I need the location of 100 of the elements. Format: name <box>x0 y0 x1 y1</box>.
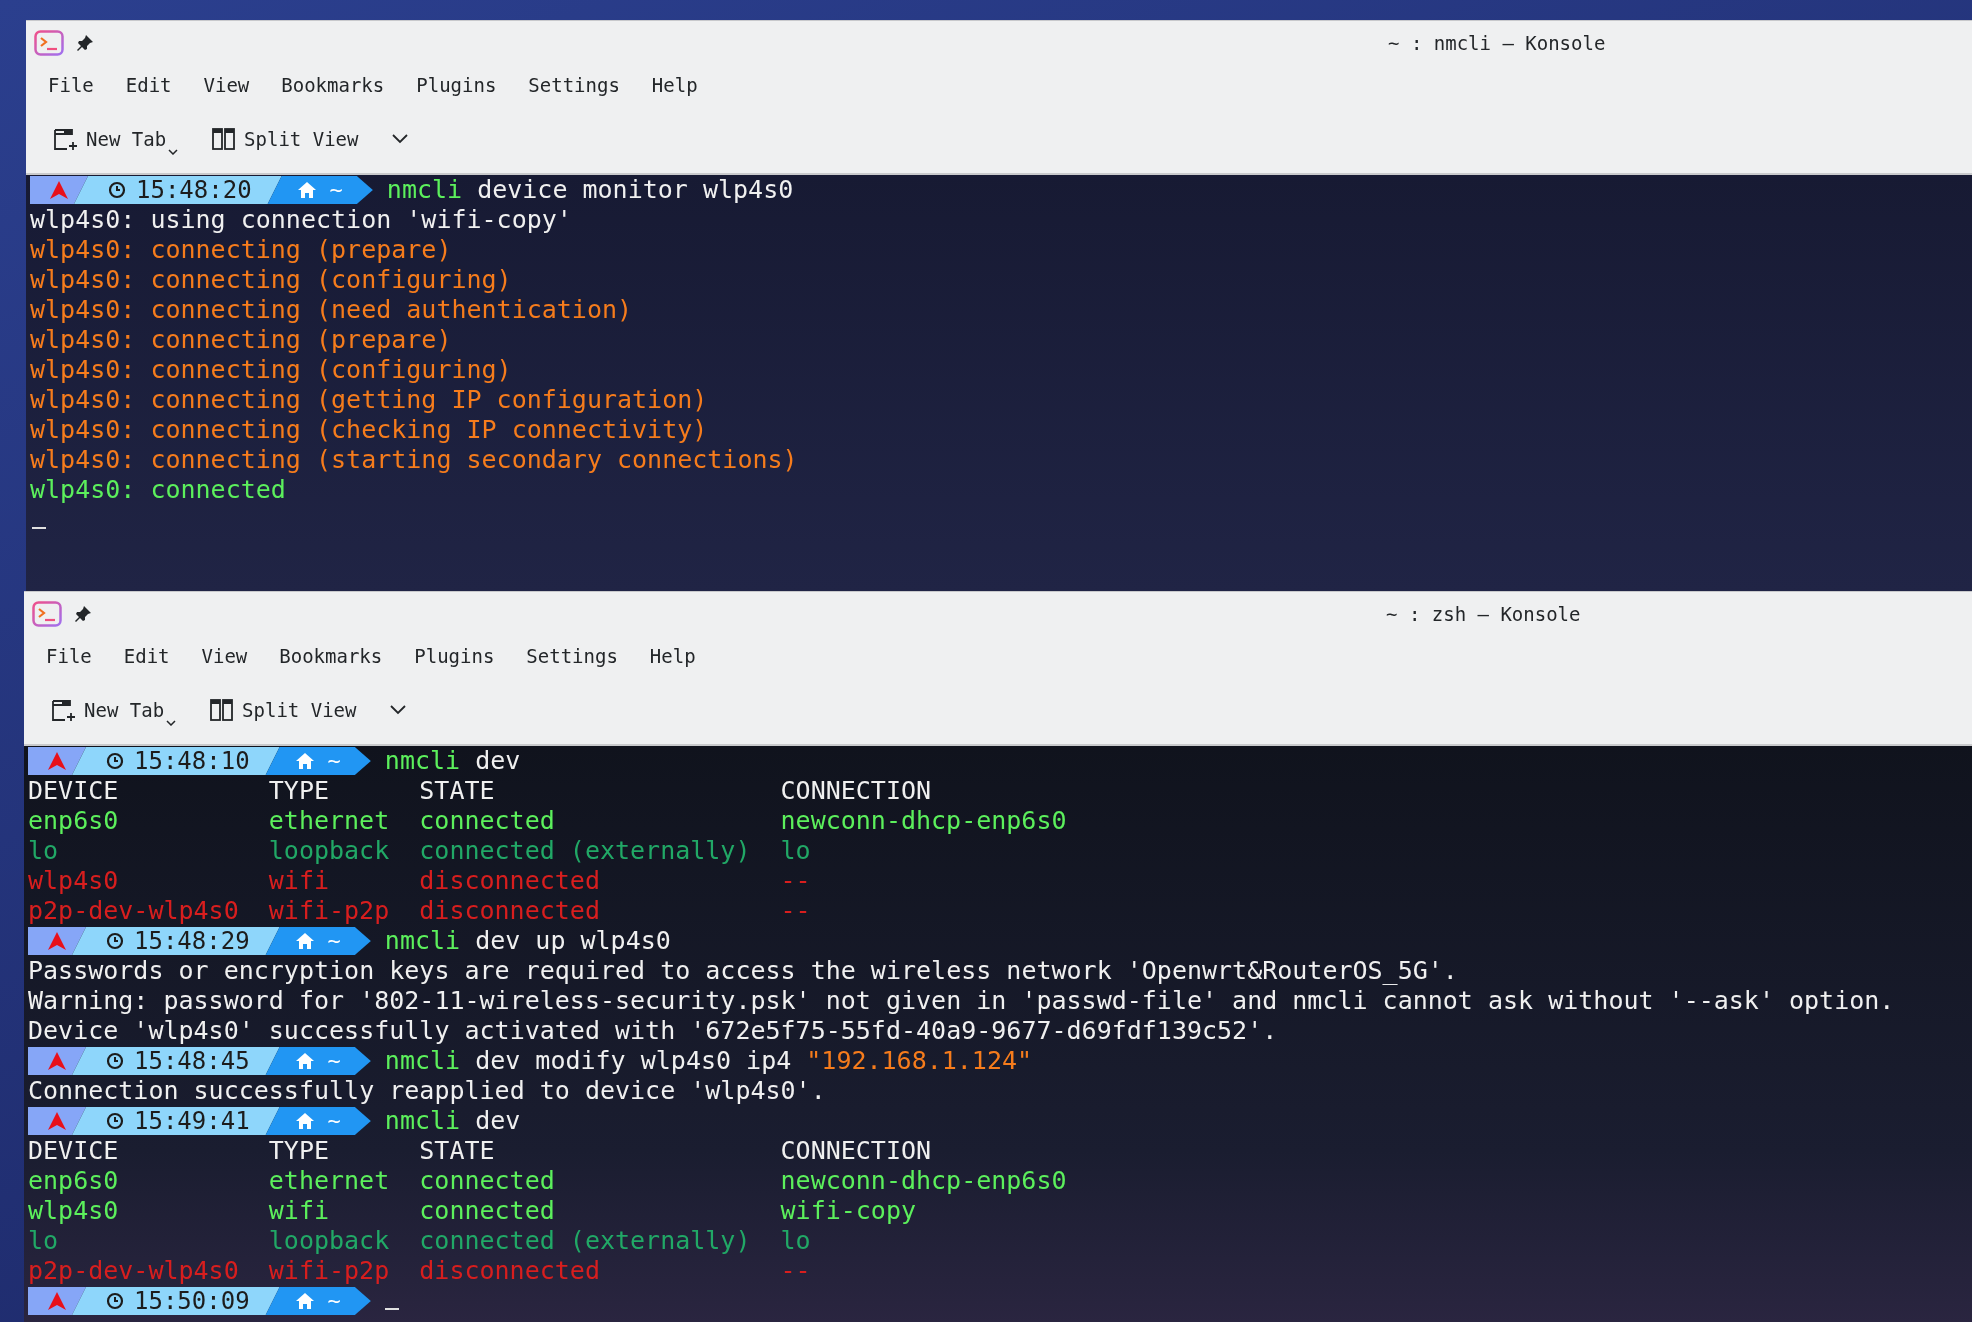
menu-item[interactable]: Plugins <box>404 74 509 96</box>
prompt-directory: ~ <box>327 927 341 955</box>
pin-icon[interactable] <box>76 34 94 52</box>
command-text: nmcli dev <box>384 1106 521 1136</box>
table-cell-text: wlp4s0 <box>28 1196 120 1226</box>
prompt-time: 15:48:45 <box>134 1046 250 1076</box>
table-cell-text: wifi-p2p <box>268 1256 391 1286</box>
arch-logo-icon <box>48 1112 66 1130</box>
new-tab-button[interactable]: New Tab <box>48 694 169 726</box>
table-cell-text: loopback <box>268 1226 391 1256</box>
output-text: wlp4s0: using connection 'wifi-copy' <box>30 205 572 235</box>
prompt-time: 15:50:09 <box>134 1286 250 1316</box>
new-tab-button[interactable]: New Tab <box>50 123 171 155</box>
konsole-app-icon <box>32 601 62 627</box>
table-cell-text: lo <box>28 836 60 866</box>
menu-item[interactable]: View <box>189 645 260 667</box>
table-cell-text: lo <box>780 1226 812 1256</box>
table-cell-text: connected (externally) <box>419 836 752 866</box>
prompt-directory: ~ <box>329 176 343 204</box>
command-text: nmcli device monitor wlp4s0 <box>386 175 794 205</box>
output-text: wlp4s0: connecting (configuring) <box>30 355 512 385</box>
window-title: ~ : zsh — Konsole <box>1386 603 1581 625</box>
table-cell-text: newconn-dhcp-enp6s0 <box>780 1166 1068 1196</box>
menu-item[interactable]: Bookmarks <box>269 74 397 96</box>
clock-icon <box>106 932 124 950</box>
arch-logo-icon <box>50 181 68 199</box>
table-cell-text: wifi-p2p <box>268 896 391 926</box>
table-cell-text: STATE <box>419 1136 496 1166</box>
output-text: Warning: password for '802-11-wireless-security.psk' not given in 'passwd-file' and nmcli cannot ask without '--ask' option. <box>28 986 1895 1016</box>
prompt-directory: ~ <box>327 1287 341 1315</box>
konsole-app-icon <box>34 30 64 56</box>
table-cell-text: -- <box>780 1256 812 1286</box>
clock-icon <box>108 181 126 199</box>
table-cell-text: TYPE <box>268 1136 331 1166</box>
caret-icon[interactable] <box>168 149 179 155</box>
prompt-time: 15:48:20 <box>136 175 252 205</box>
menu-item[interactable]: Settings <box>516 74 632 96</box>
command-text: nmcli dev <box>384 746 521 776</box>
menu-item[interactable]: View <box>191 74 262 96</box>
split-view-icon <box>210 698 235 722</box>
prompt-directory: ~ <box>327 1107 341 1135</box>
caret-icon[interactable] <box>166 720 177 726</box>
clock-icon <box>106 752 124 770</box>
table-cell-text: wifi <box>268 866 331 896</box>
output-text: wlp4s0: connecting (getting IP configuration) <box>30 385 708 415</box>
table-cell-text: lo <box>780 836 812 866</box>
table-cell-text: enp6s0 <box>28 1166 120 1196</box>
output-text: wlp4s0: connecting (need authentication) <box>30 295 633 325</box>
prompt-directory: ~ <box>327 747 341 775</box>
dropdown-chevron-icon[interactable] <box>392 134 409 144</box>
output-text: Connection successfully reapplied to device 'wlp4s0'. <box>28 1076 826 1106</box>
home-icon <box>295 1113 314 1129</box>
table-cell-text: CONNECTION <box>780 776 933 806</box>
new-tab-icon <box>54 127 78 151</box>
text-cursor <box>32 527 46 529</box>
menu-item[interactable]: Help <box>639 74 710 96</box>
output-text: wlp4s0: connected <box>30 475 286 505</box>
table-cell-text: STATE <box>419 776 496 806</box>
menu-item[interactable]: Settings <box>514 645 630 667</box>
new-tab-icon <box>52 698 76 722</box>
split-view-button[interactable]: Split View <box>208 123 363 155</box>
table-cell-text: enp6s0 <box>28 806 120 836</box>
arch-logo-icon <box>48 932 66 950</box>
menu-item[interactable]: Plugins <box>402 645 507 667</box>
table-cell-text: -- <box>780 866 812 896</box>
table-cell-text: p2p-dev-wlp4s0 <box>28 1256 240 1286</box>
table-cell-text: wlp4s0 <box>28 866 120 896</box>
home-icon <box>297 182 316 198</box>
table-cell-text: ethernet <box>268 1166 391 1196</box>
table-cell-text: disconnected <box>419 866 601 896</box>
dropdown-chevron-icon[interactable] <box>390 705 407 715</box>
output-text: wlp4s0: connecting (configuring) <box>30 265 512 295</box>
table-cell-text: connected <box>419 1166 556 1196</box>
split-view-button[interactable]: Split View <box>206 694 361 726</box>
arch-logo-icon <box>48 1052 66 1070</box>
table-cell-text: DEVICE <box>28 1136 120 1166</box>
menu-item[interactable]: Bookmarks <box>267 645 395 667</box>
prompt-directory: ~ <box>327 1047 341 1075</box>
output-text: wlp4s0: connecting (starting secondary connections) <box>30 445 798 475</box>
menu-item[interactable]: File <box>36 74 106 96</box>
command-text: nmcli dev modify wlp4s0 ip4 "192.168.1.124" <box>384 1046 1033 1076</box>
pin-icon[interactable] <box>74 605 92 623</box>
output-text: wlp4s0: connecting (prepare) <box>30 325 452 355</box>
menu-item[interactable]: File <box>34 645 104 667</box>
table-cell-text: wifi <box>268 1196 331 1226</box>
menu-item[interactable]: Help <box>637 645 708 667</box>
arch-logo-icon <box>48 752 66 770</box>
table-cell-text: loopback <box>268 836 391 866</box>
prompt-time: 15:48:10 <box>134 746 250 776</box>
clock-icon <box>106 1112 124 1130</box>
output-text: Device 'wlp4s0' successfully activated with '672e5f75-55fd-40a9-9677-d69fdf139c52'. <box>28 1016 1278 1046</box>
table-cell-text: newconn-dhcp-enp6s0 <box>780 806 1068 836</box>
table-cell-text: disconnected <box>419 896 601 926</box>
menu-item[interactable]: Edit <box>111 645 182 667</box>
output-text: wlp4s0: connecting (prepare) <box>30 235 452 265</box>
home-icon <box>295 1053 314 1069</box>
table-cell-text: ethernet <box>268 806 391 836</box>
table-cell-text: connected (externally) <box>419 1226 752 1256</box>
clock-icon <box>106 1052 124 1070</box>
menu-item[interactable]: Edit <box>113 74 184 96</box>
